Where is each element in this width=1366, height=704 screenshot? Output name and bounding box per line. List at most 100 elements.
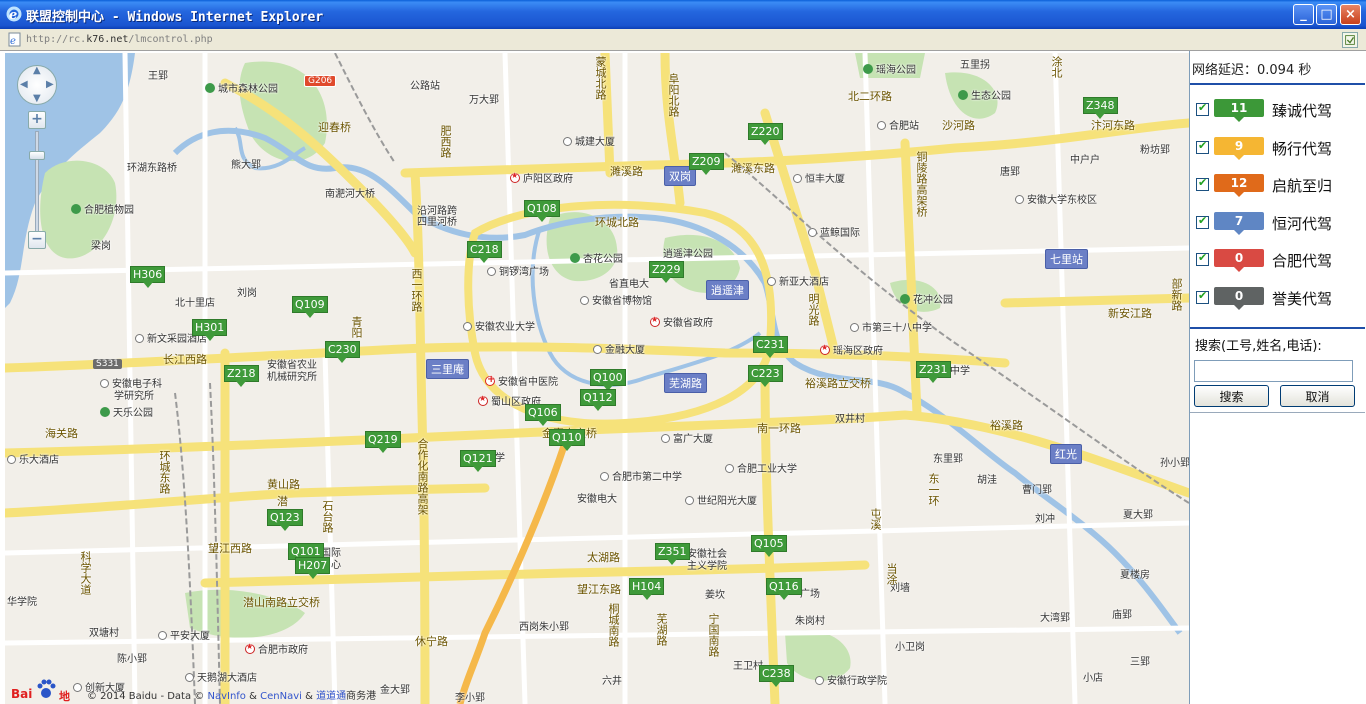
company-count-badge: 7 <box>1214 211 1264 235</box>
driver-marker[interactable]: Z209 <box>689 153 724 175</box>
map-label-text: 黄山路 <box>267 478 300 491</box>
map-label: 北十里店 <box>175 294 215 309</box>
map-label-text: 逍遥津公园 <box>663 249 713 260</box>
close-button[interactable]: × <box>1340 4 1361 25</box>
map-label: 逍遥津公园 <box>663 245 713 260</box>
driver-marker[interactable]: C231 <box>753 336 788 358</box>
road-label: 铜陵路高架桥 <box>915 151 928 217</box>
zoom-slider-track[interactable] <box>35 131 39 235</box>
map-label-text: 北二环路 <box>848 90 892 103</box>
copyright-amp-2: & <box>305 691 313 702</box>
driver-marker[interactable]: Z351 <box>655 543 690 565</box>
map-label-text: 合肥站 <box>889 121 919 132</box>
map-label: 裕溪路立交桥 <box>805 375 871 391</box>
pan-right-icon[interactable]: ▶ <box>46 79 54 90</box>
driver-marker[interactable]: Q108 <box>524 200 560 222</box>
driver-marker[interactable]: Z220 <box>748 123 783 145</box>
map-label-text: 夏楼房 <box>1120 570 1150 581</box>
driver-marker[interactable]: Q105 <box>751 535 787 557</box>
company-checkbox[interactable] <box>1196 289 1209 304</box>
driver-marker[interactable]: C238 <box>759 665 794 687</box>
map-label: 安徽省政府 <box>650 314 713 329</box>
title-bar[interactable]: e 联盟控制中心 - Windows Internet Explorer _ □… <box>0 0 1366 29</box>
zoom-slider-handle[interactable] <box>29 151 45 160</box>
zoom-out-button[interactable]: − <box>28 231 46 249</box>
pan-down-icon[interactable]: ▼ <box>33 93 41 104</box>
url-field[interactable]: http://rc.k76.net/lmcontrol.php <box>26 29 1336 50</box>
road-label: 东一环 <box>927 473 940 506</box>
driver-marker[interactable]: H306 <box>130 266 166 288</box>
driver-marker[interactable]: C218 <box>467 241 502 263</box>
minimize-button[interactable]: _ <box>1293 4 1314 25</box>
copyright-tail: 商务港 <box>346 691 377 702</box>
driver-marker[interactable]: Q121 <box>460 450 496 472</box>
pan-left-icon[interactable]: ◀ <box>20 79 28 90</box>
address-bar: e http://rc.k76.net/lmcontrol.php <box>0 29 1366 51</box>
driver-marker[interactable]: Q219 <box>365 431 401 453</box>
driver-marker[interactable]: C223 <box>748 365 783 387</box>
map-label: 孙小郢 <box>1160 454 1189 469</box>
company-checkbox[interactable] <box>1196 176 1209 192</box>
baidu-map[interactable]: 王郢城市森林公园 公路站万大郢迎春桥城建大厦熊大郢 环湖东路桥庐阳区政府 濉溪路 濉溪东… <box>5 53 1189 704</box>
page-content: 王郢城市森林公园 公路站万大郢迎春桥城建大厦熊大郢 环湖东路桥庐阳区政府 濉溪路 濉溪东… <box>0 51 1366 704</box>
maximize-button[interactable]: □ <box>1316 4 1337 25</box>
zoom-in-button[interactable]: + <box>28 111 46 129</box>
road-label: 宁国南路 <box>707 613 720 657</box>
driver-marker[interactable]: Q123 <box>267 509 303 531</box>
driver-marker[interactable]: Q109 <box>292 296 328 318</box>
driver-marker[interactable]: Q100 <box>590 369 626 391</box>
driver-marker[interactable]: Z218 <box>224 365 259 387</box>
map-label: 大湾郢 <box>1040 609 1070 624</box>
map-label-text: 迎春桥 <box>318 121 351 134</box>
map-label-text: 世纪阳光大厦 <box>697 496 757 507</box>
company-checkbox[interactable] <box>1196 251 1209 267</box>
daodaotong-link[interactable]: 道道通 <box>316 691 346 702</box>
driver-marker[interactable]: Z229 <box>649 261 684 283</box>
map-label: 省直电大 <box>609 275 649 290</box>
map-label: 濉溪路 <box>610 163 643 179</box>
map-label: 潜山南路立交桥 <box>243 594 320 610</box>
pan-control[interactable]: ▲ ▼ ◀ ▶ <box>17 65 57 105</box>
company-count-badge: 11 <box>1214 99 1264 122</box>
driver-marker[interactable]: H207 <box>295 557 331 579</box>
cennavi-link[interactable]: CenNavi <box>260 691 302 702</box>
map-label-text: 双塘村 <box>89 628 119 639</box>
map-label: 安徽省中医院 <box>485 373 558 388</box>
map-label: 平安大厦 <box>158 627 210 642</box>
driver-marker[interactable]: H104 <box>629 578 665 600</box>
compat-view-icon[interactable] <box>1342 32 1358 48</box>
company-name: 臻诚代驾 <box>1272 102 1333 120</box>
company-checkbox[interactable] <box>1196 101 1209 116</box>
map-label: 公路站 <box>410 77 440 92</box>
search-input[interactable] <box>1194 360 1353 382</box>
map-label-text: 双井村 <box>835 414 865 425</box>
pan-up-icon[interactable]: ▲ <box>33 65 41 76</box>
map-label: 万大郢 <box>469 91 499 106</box>
company-checkbox[interactable] <box>1196 139 1209 154</box>
poi-icon <box>877 121 886 130</box>
company-name: 恒河代驾 <box>1272 214 1333 233</box>
company-checkbox[interactable] <box>1196 214 1209 229</box>
cancel-button[interactable]: 取消 <box>1280 385 1355 407</box>
station-label: 红光 <box>1050 444 1082 464</box>
driver-marker[interactable]: C230 <box>325 341 360 363</box>
driver-marker[interactable]: H301 <box>192 319 228 341</box>
map-label: 天乐公园 <box>100 404 153 419</box>
map-label-text: 大湾郢 <box>1040 613 1070 624</box>
driver-marker[interactable]: Z231 <box>916 361 951 383</box>
driver-marker[interactable]: Q106 <box>525 404 561 426</box>
map-label: 合肥植物园 <box>71 201 134 216</box>
map-label: 夏楼房 <box>1120 566 1150 581</box>
driver-marker[interactable]: Q112 <box>580 389 616 411</box>
driver-marker[interactable]: Q110 <box>549 429 585 451</box>
navinfo-link[interactable]: NavInfo <box>207 691 245 702</box>
driver-marker[interactable]: Z348 <box>1083 97 1118 119</box>
map-label: 刘岗 <box>237 284 257 299</box>
driver-marker[interactable]: Q116 <box>766 578 802 600</box>
map-label-text: 五里拐 <box>960 60 990 71</box>
poi-icon <box>563 137 572 146</box>
map-label: 王郢 <box>148 67 168 82</box>
station-label: 逍遥津 <box>706 280 749 300</box>
poi-icon <box>185 673 194 682</box>
search-button[interactable]: 搜索 <box>1194 385 1269 407</box>
